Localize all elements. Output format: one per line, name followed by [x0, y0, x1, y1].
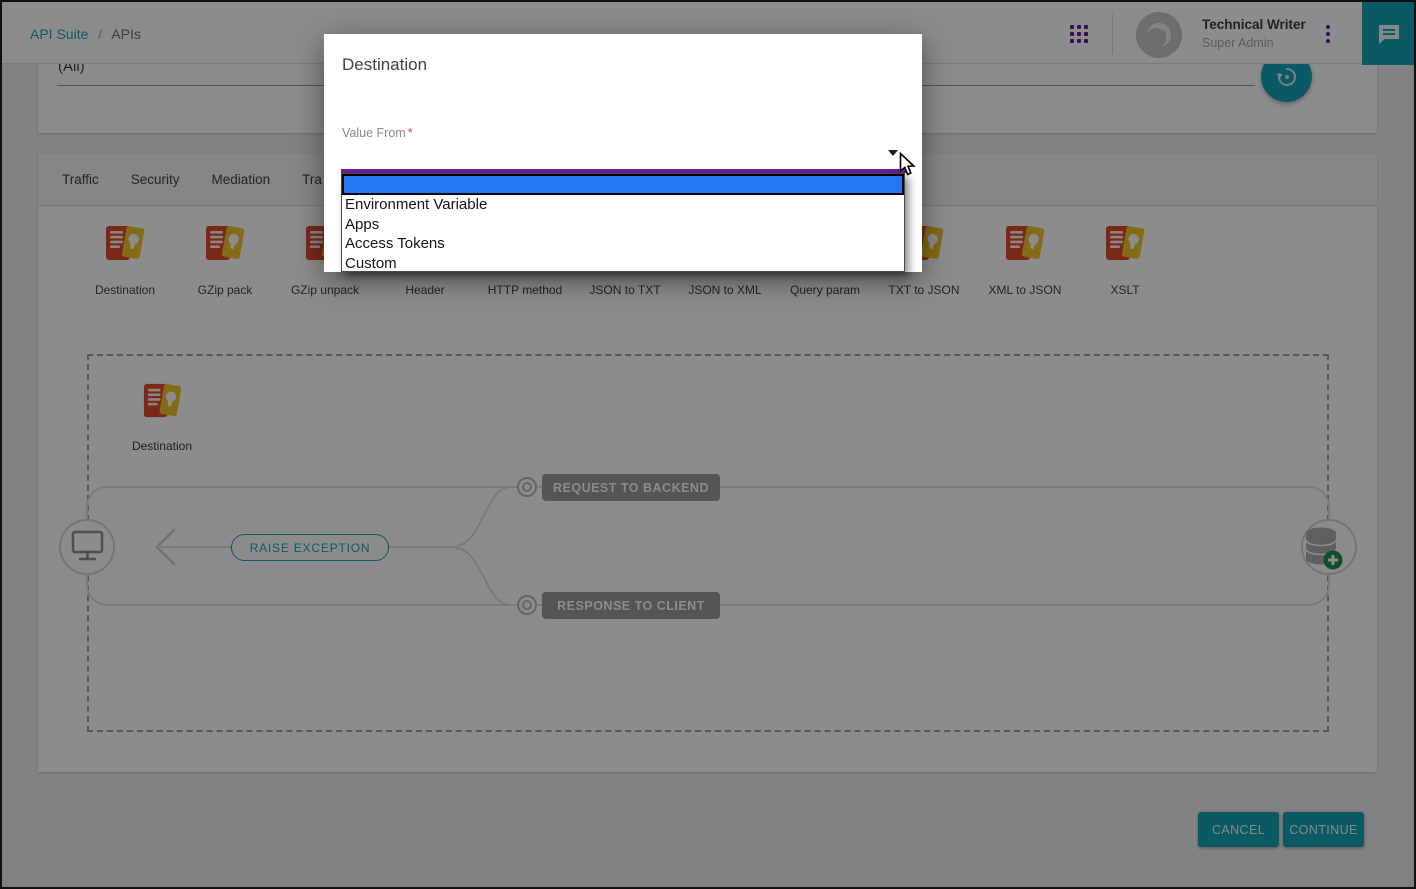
- app-window: API Suite / APIs Technical Writer Super …: [0, 0, 1416, 889]
- mouse-cursor: [899, 152, 916, 176]
- value-from-listbox[interactable]: Environment Variable Apps Access Tokens …: [341, 173, 905, 272]
- select-dropdown-arrow-icon[interactable]: [888, 150, 898, 156]
- option-access-tokens[interactable]: Access Tokens: [342, 234, 904, 254]
- option-custom[interactable]: Custom: [342, 254, 904, 274]
- value-from-label: Value From *: [342, 126, 413, 140]
- option-empty-selected[interactable]: [342, 174, 904, 195]
- required-asterisk: *: [407, 126, 413, 140]
- modal-title: Destination: [342, 55, 428, 74]
- destination-modal: Destination Value From * Environment Vari…: [324, 34, 922, 272]
- option-environment-variable[interactable]: Environment Variable: [342, 195, 904, 215]
- option-apps[interactable]: Apps: [342, 215, 904, 235]
